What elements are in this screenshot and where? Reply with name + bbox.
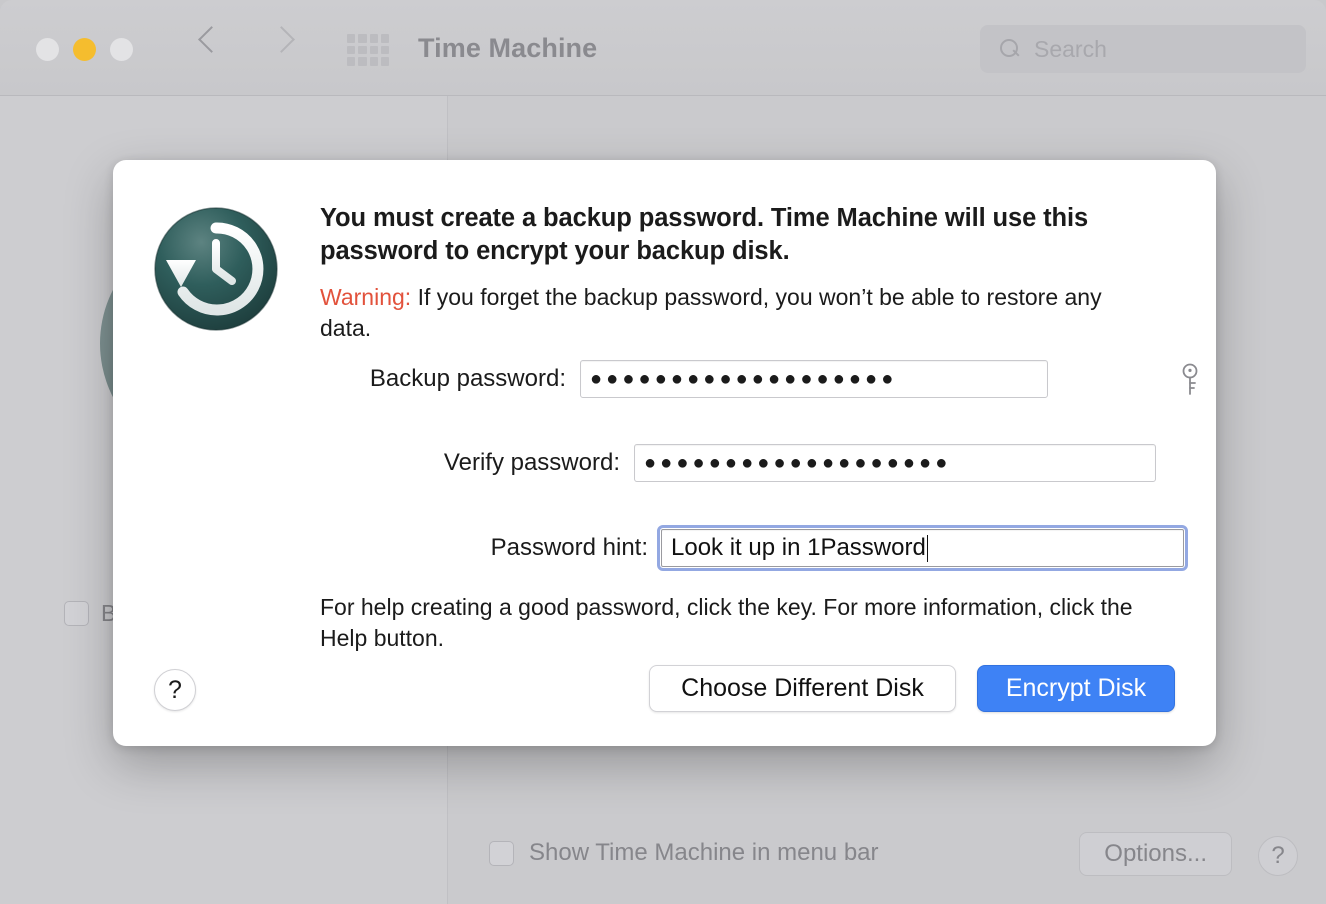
choose-different-disk-button[interactable]: Choose Different Disk [649, 665, 956, 712]
password-hint-row: Password hint: Look it up in 1Password [320, 525, 1188, 571]
show-all-grid-icon[interactable] [347, 34, 389, 66]
grid-cell [358, 46, 366, 55]
grid-cell [347, 34, 355, 43]
password-hint-focus-ring: Look it up in 1Password [657, 525, 1188, 571]
window-help-button[interactable]: ? [1258, 836, 1298, 876]
grid-cell [370, 34, 378, 43]
grid-cell [358, 34, 366, 43]
grid-cell [381, 46, 389, 55]
time-machine-preferences-window: Time Machine Search B Show Time Machine … [0, 0, 1326, 904]
backup-password-input[interactable]: ●●●●●●●●●●●●●●●●●●● [580, 360, 1048, 398]
window-title: Time Machine [418, 33, 597, 64]
password-hint-input[interactable]: Look it up in 1Password [661, 529, 1184, 567]
grid-cell [347, 46, 355, 55]
grid-cell [370, 57, 378, 66]
encrypt-disk-button[interactable]: Encrypt Disk [977, 665, 1175, 712]
grid-cell [370, 46, 378, 55]
verify-password-input[interactable]: ●●●●●●●●●●●●●●●●●●● [634, 444, 1156, 482]
navigation-arrows [198, 28, 294, 50]
backup-password-value: ●●●●●●●●●●●●●●●●●●● [590, 369, 897, 389]
grid-cell [381, 57, 389, 66]
forward-chevron-icon[interactable] [272, 28, 294, 50]
time-machine-icon [152, 205, 280, 333]
minimize-button[interactable] [73, 38, 96, 61]
options-button[interactable]: Options... [1079, 832, 1232, 876]
show-in-menu-bar-label: Show Time Machine in menu bar [529, 839, 879, 867]
bottom-bar: Show Time Machine in menu bar Options...… [0, 812, 1326, 904]
verify-password-value: ●●●●●●●●●●●●●●●●●●● [644, 453, 951, 473]
encrypt-backup-disk-sheet: You must create a backup password. Time … [113, 160, 1216, 746]
show-in-menu-bar-checkbox[interactable] [489, 841, 514, 866]
sheet-button-group: Choose Different Disk Encrypt Disk [649, 665, 1175, 712]
search-input-placeholder: Search [1034, 36, 1107, 63]
password-hint-value: Look it up in 1Password [671, 534, 926, 562]
close-button[interactable] [36, 38, 59, 61]
key-icon[interactable] [1178, 362, 1202, 398]
sheet-heading: You must create a backup password. Time … [320, 202, 1165, 268]
sheet-warning-text: Warning: If you forget the backup passwo… [320, 282, 1110, 343]
back-chevron-icon[interactable] [198, 28, 220, 50]
sheet-help-text: For help creating a good password, click… [320, 592, 1175, 653]
backup-automatically-checkbox[interactable] [64, 601, 89, 626]
zoom-button[interactable] [110, 38, 133, 61]
verify-password-row: Verify password: ●●●●●●●●●●●●●●●●●●● [320, 444, 1156, 482]
grid-cell [358, 57, 366, 66]
grid-cell [347, 57, 355, 66]
verify-password-label: Verify password: [320, 449, 620, 477]
text-caret [927, 535, 929, 562]
warning-label: Warning: [320, 284, 411, 310]
backup-password-label: Backup password: [320, 365, 566, 393]
search-field[interactable]: Search [980, 25, 1306, 73]
search-icon [1000, 39, 1020, 59]
sheet-help-button[interactable]: ? [154, 669, 196, 711]
window-titlebar: Time Machine Search [0, 0, 1326, 96]
warning-body: If you forget the backup password, you w… [320, 284, 1102, 341]
grid-cell [381, 34, 389, 43]
password-hint-label: Password hint: [320, 534, 648, 562]
traffic-lights [36, 38, 133, 61]
backup-password-row: Backup password: ●●●●●●●●●●●●●●●●●●● [320, 360, 1048, 398]
